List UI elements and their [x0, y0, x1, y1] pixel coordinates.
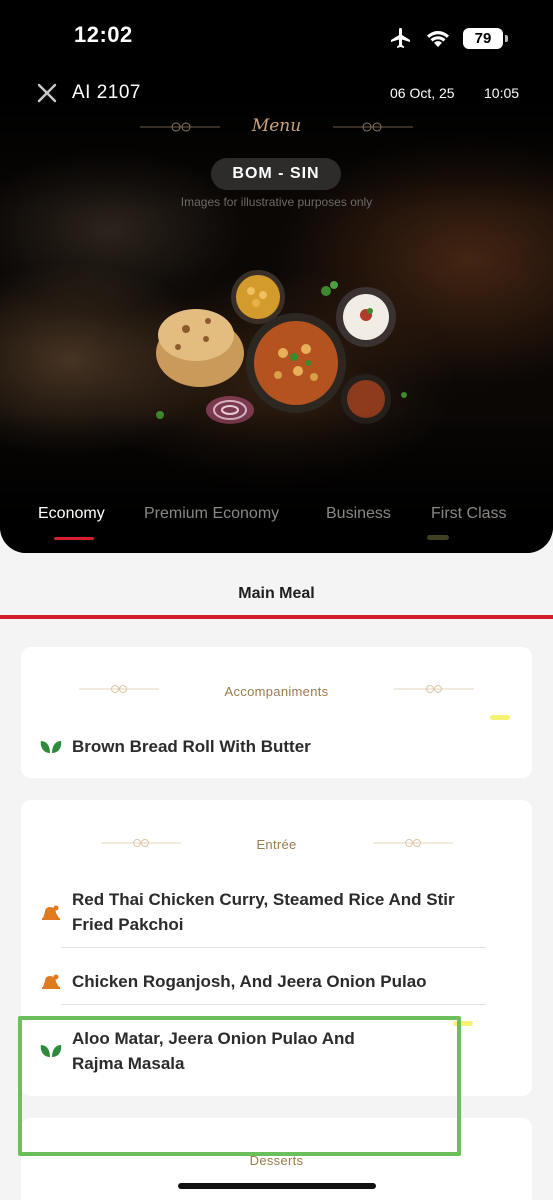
item-divider [61, 947, 486, 948]
tab-business[interactable]: Business [326, 505, 391, 523]
close-icon[interactable] [34, 80, 60, 106]
route-badge: BOM - SIN [211, 158, 341, 190]
section-title-desserts: Desserts [249, 1153, 304, 1168]
hero-bottom-fade [0, 413, 553, 553]
highlight-mark [490, 715, 510, 720]
menu-item-aloo-matar[interactable]: Aloo Matar, Jeera Onion Pulao And Rajma … [40, 1026, 485, 1076]
menu-item-red-thai-chicken-curry[interactable]: Red Thai Chicken Curry, Steamed Rice And… [40, 887, 485, 937]
menu-item-name: Red Thai Chicken Curry, Steamed Rice And… [72, 890, 455, 934]
veg-leaf-icon [40, 1045, 62, 1057]
menu-item-name: Aloo Matar, Jeera Onion Pulao And Rajma … [72, 1029, 355, 1073]
tab-scroll-hint [427, 535, 449, 540]
wifi-icon [427, 31, 449, 47]
menu-title: Menu [251, 116, 302, 136]
home-indicator[interactable] [178, 1183, 376, 1189]
main-meal-underline [0, 615, 553, 619]
ornament-right-icon [333, 122, 413, 132]
status-bar-icons: 79 [389, 26, 508, 50]
status-bar-time: 12:02 [74, 22, 133, 47]
tab-main-meal[interactable]: Main Meal [0, 585, 553, 603]
tab-economy[interactable]: Economy [38, 505, 105, 523]
item-divider [61, 1004, 486, 1005]
tab-first-class[interactable]: First Class [431, 505, 507, 523]
flight-number: AI 2107 [72, 82, 141, 103]
menu-item-name: Chicken Roganjosh, And Jeera Onion Pulao [72, 972, 427, 991]
menu-item-brown-bread-roll[interactable]: Brown Bread Roll With Butter [40, 734, 485, 760]
section-title-entree: Entrée [256, 837, 297, 852]
veg-leaf-icon [40, 741, 62, 753]
flight-date: 06 Oct, 25 [390, 85, 455, 101]
image-disclaimer: Images for illustrative purposes only [180, 195, 373, 209]
non-veg-chicken-icon [42, 905, 60, 920]
battery-indicator: 79 [463, 27, 508, 49]
airplane-icon [391, 28, 410, 48]
ornament-right-icon [394, 685, 474, 693]
menu-hero: 12:02 79 AI 2107 06 Oct, 25 10:05 Menu B… [0, 0, 553, 553]
menu-item-name: Brown Bread Roll With Butter [72, 737, 311, 756]
ornament-right-icon [373, 839, 453, 847]
flight-time: 10:05 [484, 85, 520, 101]
active-tab-indicator [54, 537, 94, 540]
non-veg-chicken-icon [42, 974, 60, 989]
menu-item-chicken-roganjosh[interactable]: Chicken Roganjosh, And Jeera Onion Pulao [40, 969, 485, 995]
tab-premium-economy[interactable]: Premium Economy [144, 505, 279, 523]
